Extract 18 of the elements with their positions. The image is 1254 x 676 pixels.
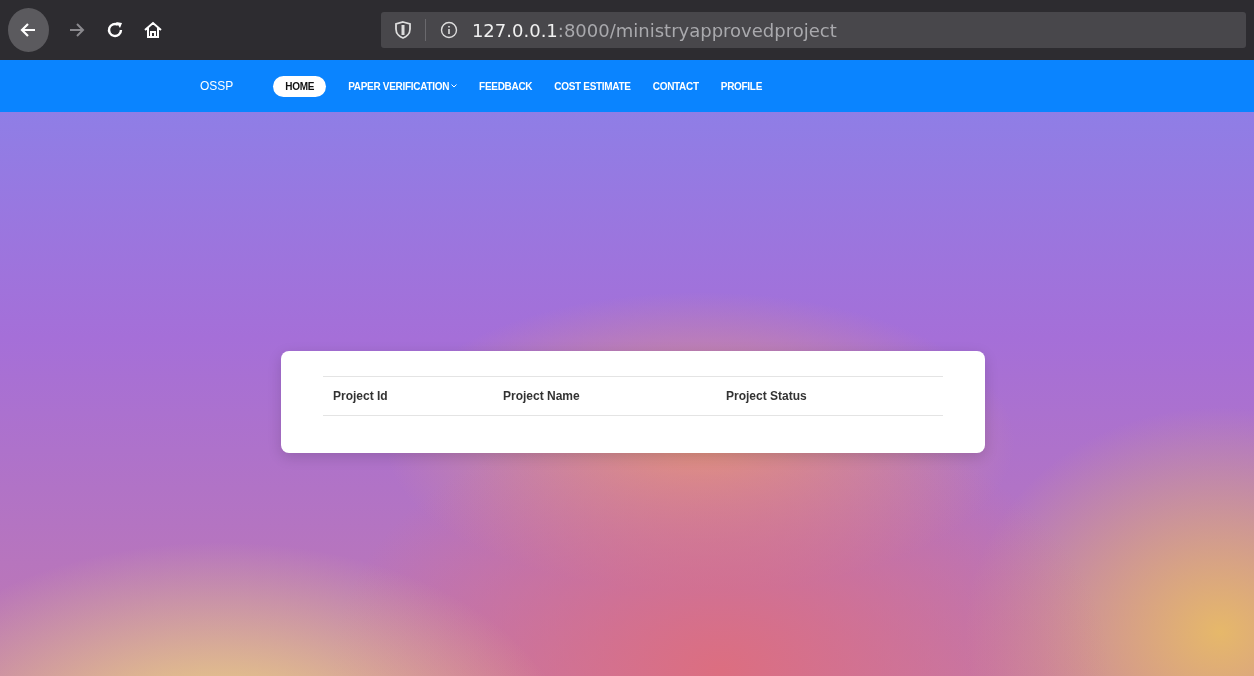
home-button[interactable]: [142, 20, 163, 40]
url-host: 127.0.0.1: [471, 19, 558, 41]
url-path: :8000/ministryapprovedproject: [557, 19, 837, 41]
nav-link[interactable]: COST ESTIMATE: [554, 75, 631, 97]
column-header: Project Name: [503, 389, 581, 403]
nav-link[interactable]: FEEDBACK: [479, 75, 533, 97]
back-button[interactable]: [8, 8, 49, 52]
nav-link[interactable]: PAPER VERIFICATION: [348, 75, 458, 97]
nav-link[interactable]: CONTACT: [652, 75, 699, 97]
column-header: Project Status: [726, 389, 808, 403]
shield-icon: [394, 21, 411, 39]
column-header: Project Id: [333, 389, 389, 403]
brand-name: OSSP: [200, 79, 234, 93]
nav-link[interactable]: PROFILE: [720, 75, 763, 97]
address-bar[interactable]: 127.0.0.1:8000/ministryapprovedproject: [380, 12, 1246, 48]
info-icon: [439, 21, 458, 39]
home-icon: [142, 20, 163, 40]
nav-link[interactable]: HOME: [273, 75, 327, 97]
